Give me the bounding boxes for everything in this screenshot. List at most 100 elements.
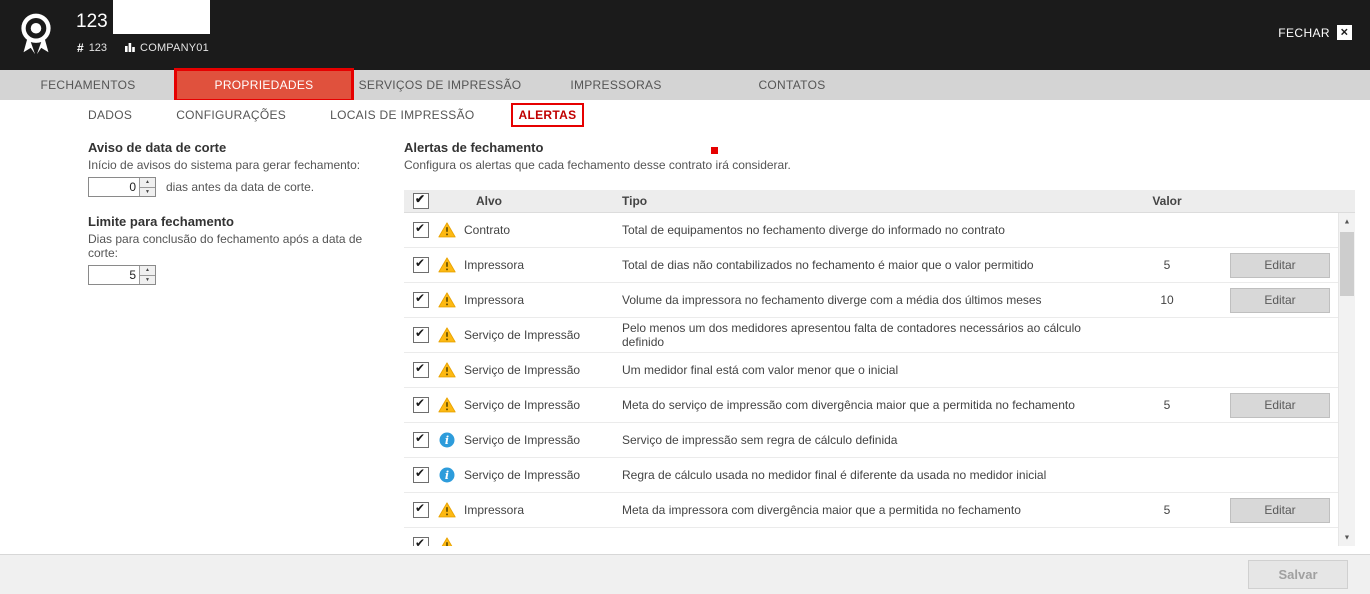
row-checkbox[interactable] [413,432,429,448]
main-tab[interactable]: FECHAMENTOS [0,70,176,100]
row-alvo: Impressora [464,503,524,517]
alerts-table: Alvo Tipo Valor Contrato Total de equipa… [404,190,1355,546]
edit-button[interactable]: Editar [1230,253,1330,278]
row-valor: 5 [1112,258,1222,272]
column-header-alvo: Alvo [438,194,618,208]
limit-days-stepper [88,265,156,285]
limit-row [88,265,388,285]
cutoff-row: dias antes da data de corte. [88,177,388,197]
company-icon [125,42,135,55]
table-row: Impressora Total de dias não contabiliza… [404,248,1338,283]
warning-icon [438,397,456,414]
spin-up-button[interactable] [140,266,155,276]
contract-window: 123 # 123 COMPANY01 FECHAR [0,0,1370,594]
close-icon [1337,25,1352,40]
header-white-panel [113,0,210,34]
main-tab[interactable]: IMPRESSORAS [528,70,704,100]
limit-days-input[interactable] [89,266,139,284]
warning-icon [438,327,456,344]
contract-title: 123 [76,11,108,33]
table-row: Impressora Meta da impressora com diverg… [404,493,1338,528]
scroll-down-button[interactable] [1339,529,1355,546]
award-ribbon-icon [13,11,59,57]
hash-icon: # [77,41,84,55]
annotation-marker [711,147,718,154]
row-alvo: Serviço de Impressão [464,468,580,482]
stepper-arrows [139,266,155,284]
row-alvo: Serviço de Impressão [464,433,580,447]
row-checkbox[interactable] [413,362,429,378]
sub-tab[interactable]: LOCAIS DE IMPRESSÃO [330,100,474,130]
warning-icon [438,362,456,379]
table-body: Contrato Total de equipamentos no fecham… [404,213,1338,546]
limit-title: Limite para fechamento [88,214,388,229]
row-checkbox[interactable] [413,467,429,483]
scroll-up-button[interactable] [1339,213,1355,230]
info-icon: i [438,467,456,484]
main-tab[interactable]: SERVIÇOS DE IMPRESSÃO [352,70,528,100]
scroll-thumb[interactable] [1340,232,1354,296]
row-alvo: Serviço de Impressão [464,398,580,412]
row-alvo: Impressora [464,258,524,272]
table-row [404,528,1338,546]
row-tipo: Meta do serviço de impressão com divergê… [618,398,1112,412]
close-button[interactable]: FECHAR [1278,25,1352,40]
subtab-label: CONFIGURAÇÕES [176,108,286,122]
edit-button[interactable]: Editar [1230,288,1330,313]
main-tab[interactable]: CONTATOS [704,70,880,100]
subtab-label: ALERTAS [519,108,577,122]
sub-tabs: DADOS CONFIGURAÇÕES LOCAIS DE IMPRESSÃO … [0,100,1370,130]
row-alvo: Contrato [464,223,510,237]
cutoff-description: Início de avisos do sistema para gerar f… [88,158,388,172]
row-tipo: Serviço de impressão sem regra de cálcul… [618,433,1112,447]
main-tab[interactable]: PROPRIEDADES [176,70,352,100]
row-tipo: Pelo menos um dos medidores apresentou f… [618,321,1112,349]
warning-icon [438,537,456,547]
row-valor: 5 [1112,398,1222,412]
row-checkbox[interactable] [413,222,429,238]
row-checkbox[interactable] [413,397,429,413]
company-name: COMPANY01 [140,42,209,54]
edit-button[interactable]: Editar [1230,393,1330,418]
row-tipo: Total de dias não contabilizados no fech… [618,258,1112,272]
sub-tab[interactable]: ALERTAS [519,100,577,130]
spin-down-button[interactable] [140,188,155,197]
row-checkbox[interactable] [413,292,429,308]
table-row: Contrato Total de equipamentos no fecham… [404,213,1338,248]
warning-icon [438,292,456,309]
row-alvo: Serviço de Impressão [464,328,580,342]
table-scrollbar [1338,213,1355,546]
settings-column: Aviso de data de corte Início de avisos … [88,140,388,302]
svg-text:i: i [445,469,449,482]
limit-description: Dias para conclusão do fechamento após a… [88,232,388,260]
sub-tab[interactable]: CONFIGURAÇÕES [176,100,286,130]
row-checkbox[interactable] [413,327,429,343]
spin-down-button[interactable] [140,276,155,285]
save-button[interactable]: Salvar [1248,560,1348,589]
cutoff-title: Aviso de data de corte [88,140,388,155]
alerts-title: Alertas de fechamento [404,140,1355,155]
row-valor: 5 [1112,503,1222,517]
row-tipo: Volume da impressora no fechamento diver… [618,293,1112,307]
cutoff-days-input[interactable] [89,178,139,196]
table-row: i Serviço de Impressão Regra de cálculo … [404,458,1338,493]
row-checkbox[interactable] [413,537,429,546]
tab-label: SERVIÇOS DE IMPRESSÃO [359,78,522,92]
contract-id: 123 [89,42,107,54]
cutoff-suffix: dias antes da data de corte. [166,180,314,194]
warning-icon [438,222,456,239]
warning-icon [438,257,456,274]
main-tabs: FECHAMENTOS PROPRIEDADES SERVIÇOS DE IMP… [0,70,1370,100]
sub-tab[interactable]: DADOS [88,100,132,130]
row-checkbox[interactable] [413,502,429,518]
row-alvo: Impressora [464,293,524,307]
spin-up-button[interactable] [140,178,155,188]
column-header-valor: Valor [1112,194,1222,208]
row-alvo: Serviço de Impressão [464,363,580,377]
row-tipo: Um medidor final está com valor menor qu… [618,363,1112,377]
edit-button[interactable]: Editar [1230,498,1330,523]
row-checkbox[interactable] [413,257,429,273]
row-tipo: Regra de cálculo usada no medidor final … [618,468,1112,482]
alerts-description: Configura os alertas que cada fechamento… [404,158,1355,172]
select-all-checkbox[interactable] [413,193,429,209]
